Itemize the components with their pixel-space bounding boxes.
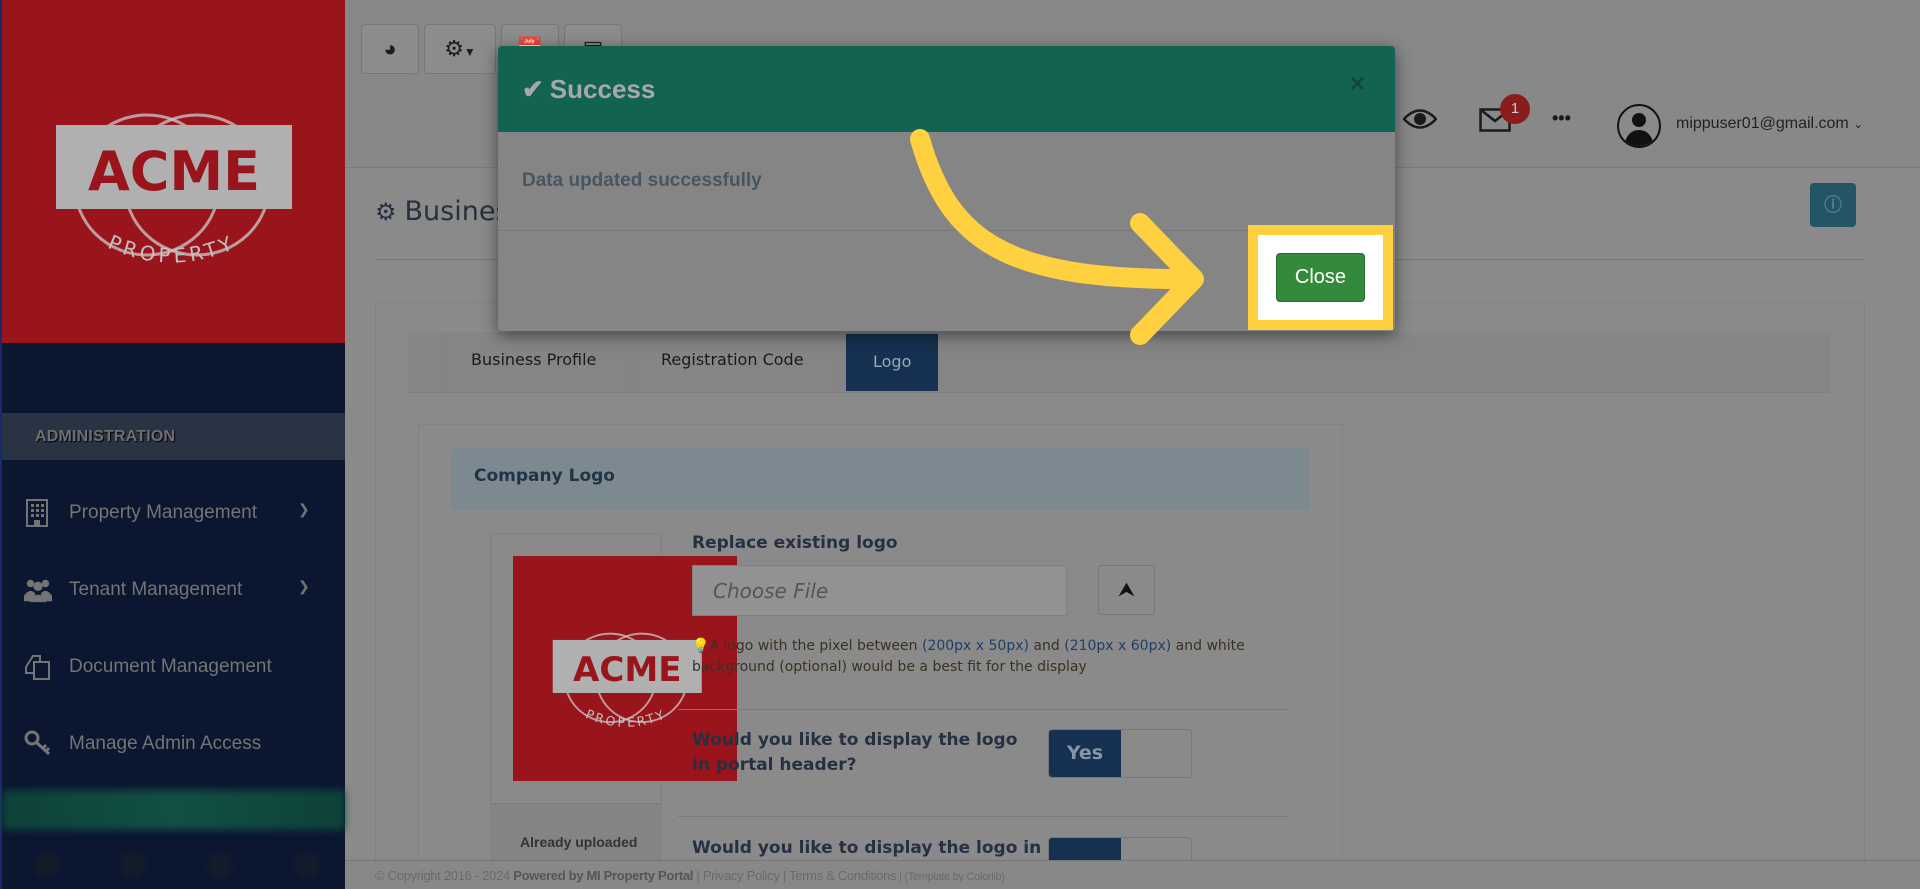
second-question: Would you like to display the logo in bbox=[692, 838, 1042, 858]
chevron-down-icon: ❯ bbox=[298, 578, 310, 594]
eye-icon[interactable] bbox=[1402, 106, 1438, 137]
avatar[interactable] bbox=[1617, 104, 1661, 148]
dashboard-button[interactable]: ◕ bbox=[361, 24, 419, 74]
close-icon[interactable]: × bbox=[1350, 68, 1365, 99]
key-icon bbox=[24, 730, 51, 756]
modal-message: Data updated successfully bbox=[522, 170, 762, 191]
sidebar-footer-icons bbox=[2, 840, 345, 889]
dashboard-icon: ◕ bbox=[383, 36, 397, 61]
template-credit: | (Template by Colorlib) bbox=[896, 871, 1005, 883]
powered-by-link[interactable]: Powered by MI Property Portal bbox=[513, 868, 693, 883]
gear-icon: ⚙ bbox=[375, 198, 397, 226]
info-button[interactable]: ⓘ bbox=[1810, 183, 1856, 227]
privacy-policy-link[interactable]: Privacy Policy bbox=[703, 868, 780, 883]
divider bbox=[678, 709, 1288, 710]
documents-icon bbox=[25, 655, 50, 680]
tab-registration-code[interactable]: Registration Code bbox=[632, 333, 833, 391]
user-menu[interactable]: mippuser01@gmail.com ⌄ bbox=[1676, 115, 1863, 133]
replace-logo-label: Replace existing logo bbox=[692, 533, 898, 553]
sidebar-section-administration: ADMINISTRATION bbox=[2, 413, 345, 460]
footer-icon[interactable] bbox=[294, 852, 320, 878]
sidebar: ACME PROPERTY ADMINISTRATION Property Ma… bbox=[0, 0, 345, 889]
annotation-arrow-icon bbox=[910, 129, 1204, 345]
footer: © Copyright 2016 - 2024 Powered by MI Pr… bbox=[345, 860, 1920, 889]
building-icon bbox=[26, 499, 48, 527]
notification-badge: 1 bbox=[1500, 94, 1530, 124]
svg-text:PROPERTY: PROPERTY bbox=[584, 706, 669, 730]
lightbulb-icon: 💡 bbox=[692, 638, 710, 654]
chevron-down-icon: ❯ bbox=[298, 501, 310, 517]
sidebar-item-property-management[interactable]: Property Management ❯ bbox=[2, 483, 345, 543]
modal-title: ✔ Success bbox=[522, 74, 656, 104]
brand-logo[interactable]: ACME PROPERTY bbox=[2, 0, 345, 343]
file-input[interactable]: Choose File bbox=[692, 565, 1067, 616]
display-logo-question: Would you like to display the logo in po… bbox=[692, 730, 1018, 775]
footer-icon[interactable] bbox=[34, 852, 60, 878]
svg-text:ACME: ACME bbox=[88, 140, 260, 203]
check-icon: ✔ bbox=[522, 74, 544, 104]
sidebar-active-highlight bbox=[2, 790, 345, 830]
sidebar-item-tenant-management[interactable]: Tenant Management ❯ bbox=[2, 560, 345, 620]
footer-icon[interactable] bbox=[207, 852, 233, 878]
users-icon bbox=[24, 579, 52, 603]
divider bbox=[678, 816, 1288, 817]
gear-icon: ⚙ bbox=[444, 36, 464, 61]
more-icon[interactable]: ••• bbox=[1552, 108, 1571, 129]
tab-business-profile[interactable]: Business Profile bbox=[442, 333, 626, 391]
footer-icon[interactable] bbox=[120, 852, 146, 878]
display-logo-toggle[interactable]: Yes bbox=[1048, 729, 1192, 778]
acme-logo-icon: ACME PROPERTY bbox=[552, 632, 702, 730]
modal-header: ✔ Success × bbox=[498, 46, 1395, 132]
svg-text:ACME: ACME bbox=[573, 650, 682, 690]
upload-button[interactable]: ⮝ bbox=[1098, 565, 1155, 615]
caret-down-icon: ▼ bbox=[463, 45, 476, 59]
svg-text:PROPERTY: PROPERTY bbox=[105, 230, 240, 268]
settings-dropdown-button[interactable]: ⚙▼ bbox=[424, 24, 496, 74]
sidebar-item-manage-admin-access[interactable]: Manage Admin Access bbox=[2, 714, 345, 774]
card-header: Company Logo bbox=[451, 447, 1310, 510]
acme-logo-icon: ACME PROPERTY bbox=[56, 113, 292, 268]
chevron-down-icon: ⌄ bbox=[1853, 117, 1864, 131]
sidebar-item-document-management[interactable]: Document Management bbox=[2, 637, 345, 697]
logo-size-hint: 💡A logo with the pixel between (200px x … bbox=[692, 638, 1245, 675]
info-icon: ⓘ bbox=[1824, 195, 1842, 215]
close-button[interactable]: Close bbox=[1276, 253, 1365, 302]
upload-icon: ⮝ bbox=[1118, 579, 1135, 601]
terms-link[interactable]: Terms & Conditions bbox=[789, 868, 897, 883]
user-silhouette-icon bbox=[1624, 113, 1654, 146]
